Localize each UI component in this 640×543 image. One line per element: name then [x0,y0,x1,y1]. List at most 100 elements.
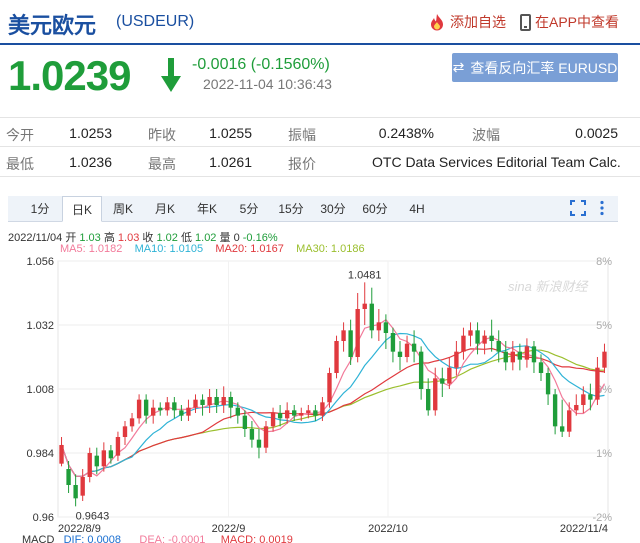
tab-1min[interactable]: 1分 [26,196,54,222]
add-watchlist-button[interactable]: 添加自选 [428,12,506,32]
macd-legend: MACD DIF: 0.0008 DEA: -0.0001 MACD: 0.00… [22,534,293,543]
tab-30min[interactable]: 30分 [316,196,350,222]
candle-body [235,407,240,416]
candle-body [66,469,71,485]
tab-5min[interactable]: 5分 [234,196,264,222]
candle-body [433,378,438,411]
ma-legend: MA5: 1.0182 MA10: 1.0105 MA20: 1.0167 MA… [60,243,365,255]
prev-close-label: 昨收 [148,127,176,143]
candle [108,445,114,464]
reverse-rate-button[interactable]: ⇄ 查看反向汇率 EURUSD [452,53,618,82]
candle-body [376,322,382,331]
candle-date: 2022/11/04 [8,232,63,244]
candle-body [143,399,149,416]
open-label: 今开 [6,127,34,143]
tab-4h[interactable]: 4H [402,196,432,222]
candle [397,341,403,371]
candle [66,461,71,493]
page-title: 美元欧元 [8,13,97,38]
candle-body [454,351,459,368]
period-tabs: 1分 日K 周K 月K 年K 5分 15分 30分 60分 4H [8,196,618,222]
high-value: 1.0261 [209,154,252,170]
candle-body [179,410,184,416]
candle-body [440,378,445,384]
candle [567,402,572,437]
candle-body [552,394,558,427]
candle [489,319,494,352]
x-tick-label: 2022/10 [368,523,408,535]
tab-60min[interactable]: 60分 [358,196,392,222]
candle [559,399,565,437]
flame-icon [431,14,443,31]
x-tick-label: 2022/11/4 [560,523,608,535]
candle [320,397,325,421]
candle-body [581,394,586,405]
candle-body [482,335,487,344]
candle [581,386,586,413]
tab-weekly-k[interactable]: 周K [108,196,138,222]
candle-body [263,426,269,448]
header-divider [0,43,640,45]
candle [165,397,170,416]
chart-grid [57,260,609,518]
tab-yearly-k[interactable]: 年K [192,196,222,222]
candle-body [475,330,480,344]
max-label: 1.0481 [348,269,382,281]
reverse-rate-label: 查看反向汇率 EURUSD [470,59,618,76]
candle [313,405,318,421]
candle [263,421,269,453]
kline-chart[interactable]: sina 新浪财经 1.0561.0321.0080.9840.96 8%5%3… [0,255,640,535]
candle-body [87,453,92,477]
candle [545,367,551,405]
candle-body [348,330,353,357]
candle-body [122,426,128,437]
candle [376,309,382,341]
ma30-value: MA30: 1.0186 [296,243,365,255]
candle-body [136,399,142,419]
ma20-line [60,347,605,477]
candle-body [101,450,107,467]
candle-body [362,303,367,309]
candle-body [320,402,325,416]
candle [531,341,537,373]
high-label: 最高 [148,156,176,172]
candle-body [277,413,283,419]
open-app-button[interactable]: 在APP中查看 [520,12,619,32]
candle [228,391,233,419]
candle-body [284,410,290,419]
candle-body [503,351,508,363]
ma10-line [60,332,605,477]
more-options-icon[interactable] [598,200,606,216]
tab-monthly-k[interactable]: 月K [150,196,180,222]
candle-body [108,450,114,459]
y-tick-label: 0.96 [33,512,54,524]
wave-label: 波幅 [472,127,500,143]
candle-body [242,415,248,429]
candle [158,402,163,416]
candle-body [306,410,311,413]
candle-body [574,405,579,411]
phone-icon [520,13,531,31]
fullscreen-icon[interactable] [570,200,586,216]
candle [461,327,466,360]
candle [468,322,473,347]
candle-body [524,346,530,360]
candle [524,338,530,368]
candle-body [538,362,544,373]
candle [221,386,226,413]
candle-body [447,367,452,384]
candle [341,322,346,352]
swap-icon: ⇄ [452,59,465,75]
tab-daily-k[interactable]: 日K [62,196,102,222]
candle-body [186,407,191,416]
open-app-label: 在APP中查看 [535,14,620,30]
candle [418,346,424,400]
pct-tick-label: 5% [596,320,612,332]
add-watchlist-label: 添加自选 [450,14,506,30]
macd-value: MACD: 0.0019 [220,534,293,543]
candle [426,378,431,416]
candle-body [115,437,121,456]
candle [390,327,396,363]
price-change: -0.0016 (-0.1560%) [192,56,330,73]
tab-15min[interactable]: 15分 [274,196,308,222]
